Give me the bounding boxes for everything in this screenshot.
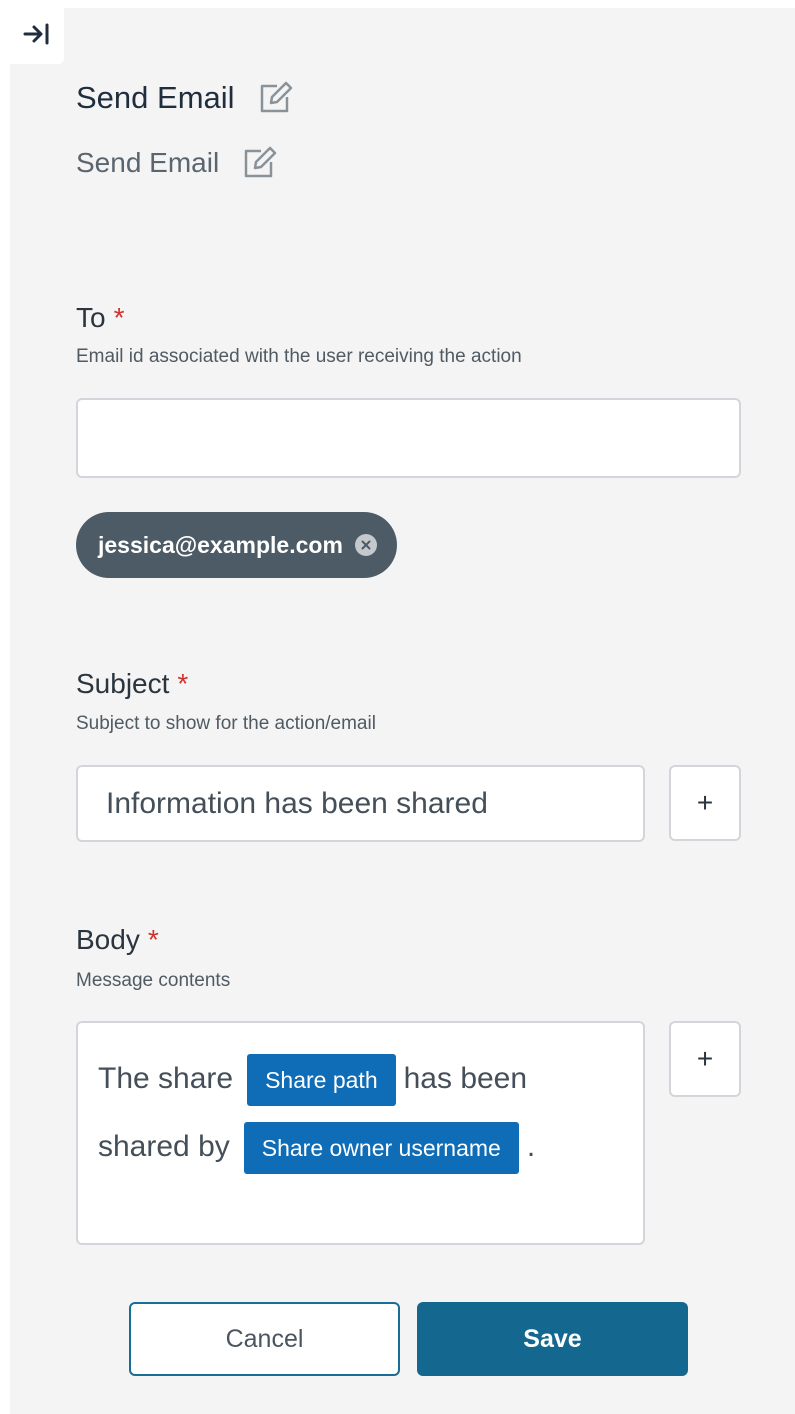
close-icon[interactable] (354, 534, 377, 556)
add-body-variable-button[interactable]: + (669, 1021, 741, 1097)
subject-label: Subject * (76, 668, 188, 700)
subtitle-row: Send Email (76, 146, 277, 180)
subject-help-text: Subject to show for the action/email (76, 713, 376, 734)
share-owner-tag[interactable]: Share owner username (243, 1122, 519, 1175)
subject-label-text: Subject (76, 668, 170, 699)
subject-input[interactable]: Information has been shared (76, 765, 645, 842)
add-subject-variable-button[interactable]: + (669, 765, 741, 841)
cancel-button[interactable]: Cancel (129, 1302, 400, 1376)
required-mark: * (177, 668, 189, 699)
body-label: Body * (76, 924, 159, 956)
body-label-text: Body (76, 924, 140, 955)
body-text: The share (98, 1062, 234, 1095)
body-help-text: Message contents (76, 970, 231, 991)
to-label-text: To (76, 302, 106, 333)
pencil-square-icon[interactable] (257, 81, 293, 115)
title-row: Send Email (76, 80, 293, 116)
email-chip-label: jessica@example.com (98, 531, 343, 558)
pencil-square-icon[interactable] (241, 146, 277, 180)
save-button[interactable]: Save (417, 1302, 688, 1376)
page-title: Send Email (76, 80, 235, 115)
body-text: . (526, 1130, 536, 1163)
collapse-right-icon (22, 22, 52, 51)
page-subtitle: Send Email (76, 147, 220, 178)
email-chip: jessica@example.com (76, 512, 397, 578)
share-path-tag[interactable]: Share path (247, 1054, 396, 1107)
to-input[interactable] (76, 398, 741, 478)
required-mark: * (147, 924, 159, 955)
to-help-text: Email id associated with the user receiv… (76, 346, 522, 367)
to-label: To * (76, 302, 124, 334)
collapse-panel-button[interactable] (10, 8, 64, 64)
required-mark: * (113, 302, 125, 333)
body-input[interactable]: The share Share path has been shared by Sha… (76, 1021, 645, 1245)
